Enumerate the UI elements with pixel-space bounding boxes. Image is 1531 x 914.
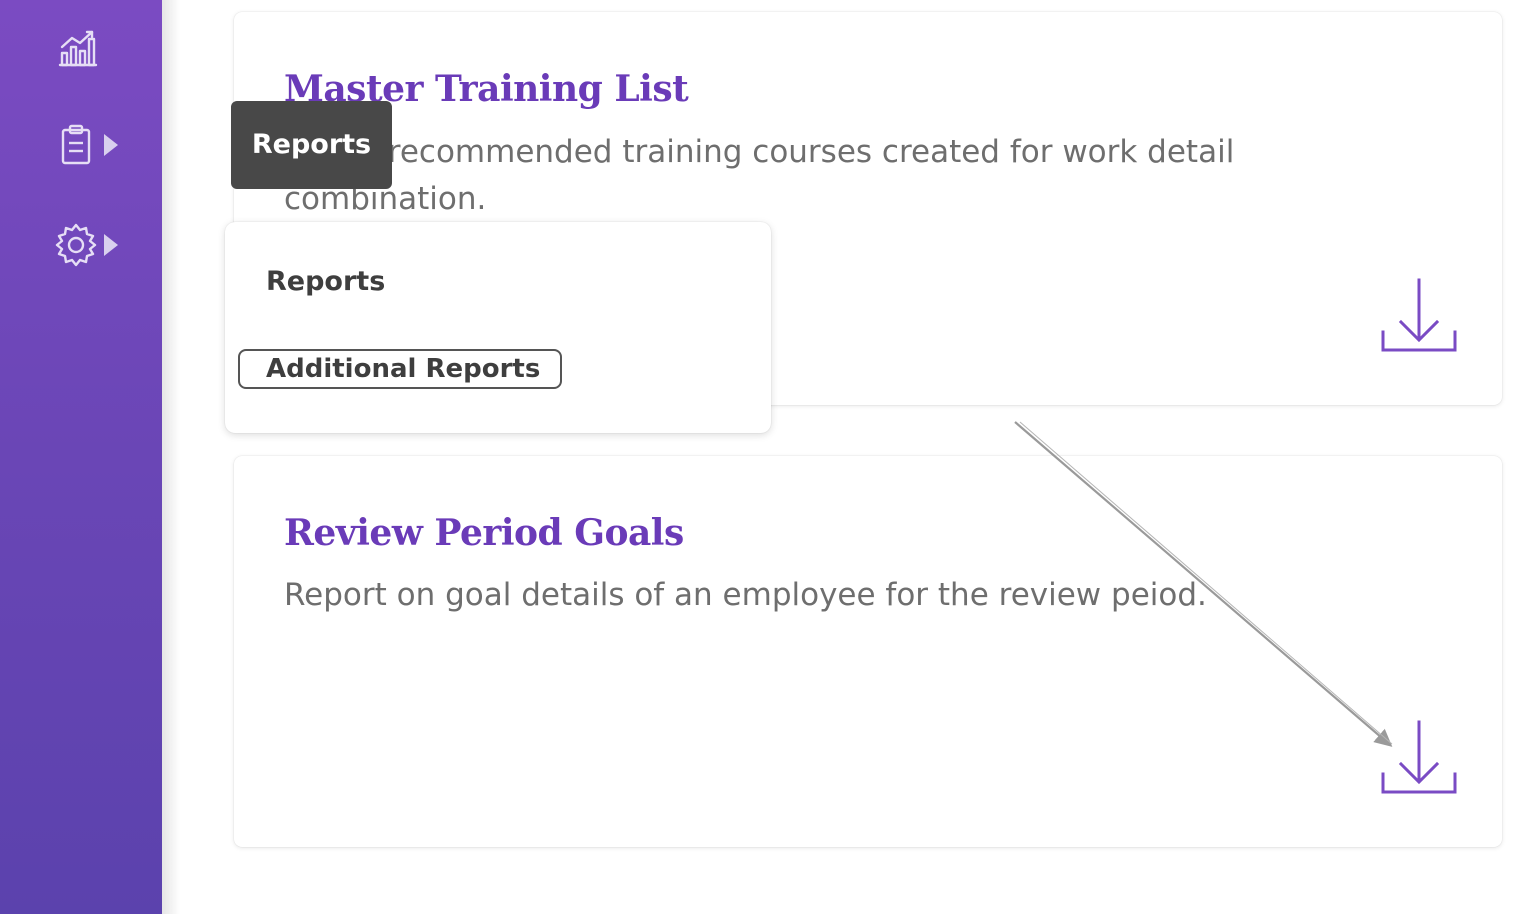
card-title[interactable]: Review Period Goals bbox=[284, 512, 684, 554]
sidebar-shadow bbox=[162, 0, 180, 914]
bar-chart-icon bbox=[58, 30, 98, 67]
app-page: Master Training List List of recommended… bbox=[0, 0, 1531, 914]
sidebar-item-analytics[interactable] bbox=[52, 24, 142, 74]
flyout-heading: Reports bbox=[266, 266, 386, 297]
sidebar-item-reports[interactable] bbox=[52, 120, 142, 170]
expand-caret-icon bbox=[104, 134, 118, 156]
report-card: Review Period Goals Report on goal detai… bbox=[234, 456, 1502, 847]
card-description: Report on goal details of an employee fo… bbox=[284, 577, 1207, 613]
card-description: List of recommended training courses cre… bbox=[284, 134, 1235, 217]
menu-item-additional-reports[interactable]: Additional Reports bbox=[238, 349, 562, 389]
download-icon[interactable] bbox=[1379, 276, 1459, 356]
gear-icon bbox=[55, 223, 97, 267]
expand-caret-icon bbox=[104, 234, 118, 256]
sidebar-tooltip: Reports bbox=[231, 101, 392, 189]
sidebar-nav bbox=[0, 0, 162, 914]
download-icon[interactable] bbox=[1379, 718, 1459, 798]
reports-flyout-menu: Reports Additional Reports bbox=[225, 222, 771, 433]
clipboard-icon bbox=[61, 124, 91, 165]
sidebar-item-settings[interactable] bbox=[52, 220, 142, 270]
